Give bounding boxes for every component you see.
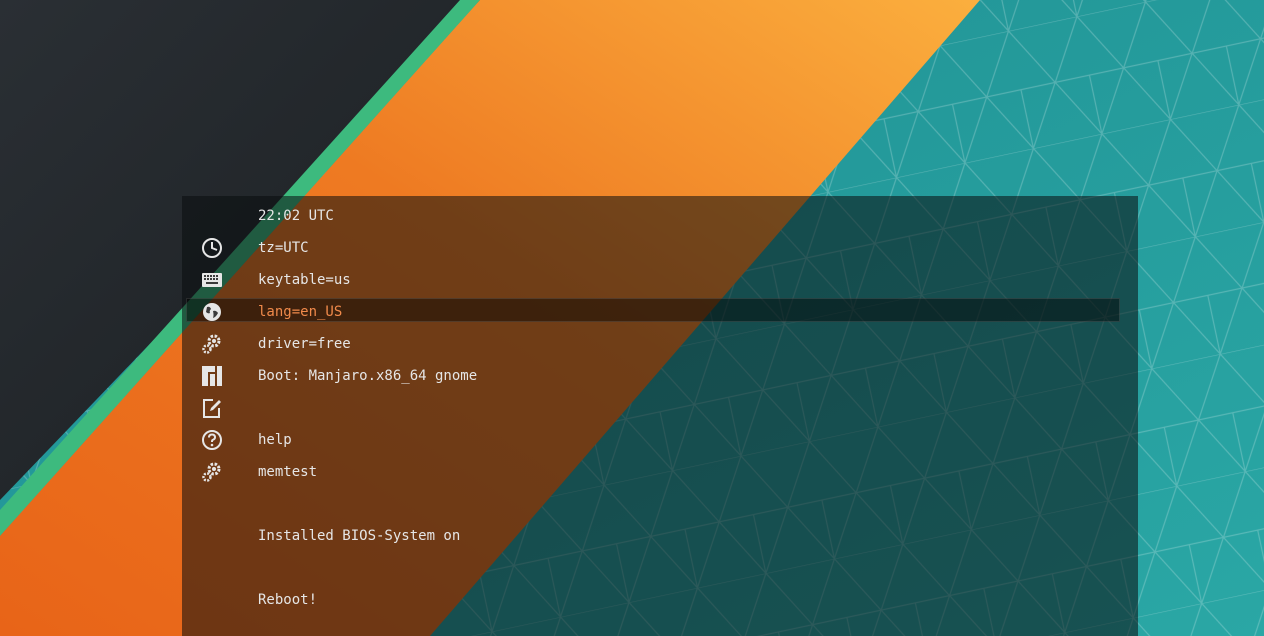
memtest-label: memtest — [258, 464, 318, 480]
boot-menu-panel: 22:02 UTC tz=UTC keytable=us lang=en_US — [182, 196, 1138, 636]
boot-label: Boot: Manjaro.x86_64 gnome — [258, 368, 478, 384]
clock-icon — [202, 238, 222, 258]
help-icon — [202, 430, 222, 450]
clock-row: 22:02 UTC — [182, 200, 1138, 232]
menu-item-edit[interactable] — [182, 392, 1138, 424]
menu-item-language[interactable]: lang=en_US — [182, 296, 1138, 328]
menu-item-driver[interactable]: driver=free — [182, 328, 1138, 360]
menu-item-memtest[interactable]: memtest — [182, 456, 1138, 488]
edit-icon — [203, 399, 221, 418]
keytable-label: keytable=us — [258, 272, 351, 288]
menu-item-installed-system[interactable]: Installed BIOS-System on — [182, 520, 1138, 552]
menu-item-boot[interactable]: Boot: Manjaro.x86_64 gnome — [182, 360, 1138, 392]
manjaro-logo-icon — [202, 366, 222, 386]
gears-icon — [202, 462, 221, 482]
globe-icon — [203, 303, 221, 321]
reboot-label: Reboot! — [258, 592, 318, 608]
driver-label: driver=free — [258, 336, 351, 352]
menu-item-timezone[interactable]: tz=UTC — [182, 232, 1138, 264]
menu-item-keytable[interactable]: keytable=us — [182, 264, 1138, 296]
menu-item-help[interactable]: help — [182, 424, 1138, 456]
keyboard-icon — [202, 273, 222, 287]
menu-item-reboot[interactable]: Reboot! — [182, 584, 1138, 616]
gears-icon — [202, 334, 221, 354]
timezone-label: tz=UTC — [258, 240, 309, 256]
installed-label: Installed BIOS-System on — [258, 528, 461, 544]
time-label: 22:02 UTC — [258, 208, 334, 224]
language-label: lang=en_US — [258, 304, 343, 320]
help-label: help — [258, 432, 292, 448]
